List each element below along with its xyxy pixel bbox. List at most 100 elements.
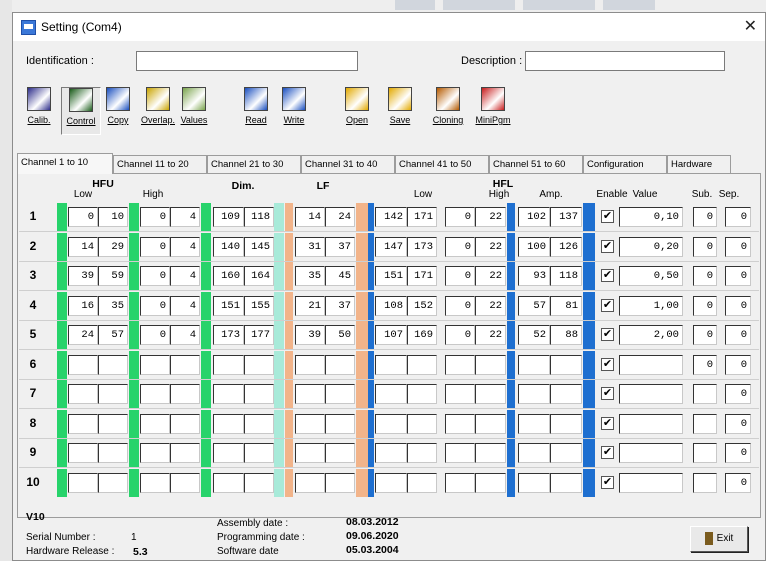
hfl-high-min-input[interactable]: 0 <box>445 237 475 257</box>
lf-max-input[interactable]: 37 <box>325 237 355 257</box>
hfl-high-min-input[interactable]: 0 <box>445 325 475 345</box>
sub-input[interactable]: 0 <box>693 237 717 257</box>
hfl-high-min-input[interactable] <box>445 414 475 434</box>
amp-max-input[interactable]: 81 <box>550 296 582 316</box>
hfl-high-max-input[interactable]: 22 <box>475 207 506 227</box>
hfl-high-max-input[interactable] <box>475 473 506 493</box>
toolbar-button-control[interactable]: Control <box>61 87 101 135</box>
sub-input[interactable] <box>693 473 717 493</box>
tab-channel-21-to-30[interactable]: Channel 21 to 30 <box>207 155 301 173</box>
lf-max-input[interactable]: 37 <box>325 296 355 316</box>
value-input[interactable]: 0,50 <box>619 266 683 286</box>
hfu-high-max-input[interactable] <box>170 384 200 404</box>
lf-max-input[interactable] <box>325 443 355 463</box>
toolbar-button-open[interactable]: Open <box>340 87 374 135</box>
toolbar-button-copy[interactable]: Copy <box>105 87 131 135</box>
toolbar-button-cloning[interactable]: Cloning <box>429 87 467 135</box>
lf-min-input[interactable]: 14 <box>295 207 325 227</box>
dim-min-input[interactable] <box>213 473 244 493</box>
amp-min-input[interactable] <box>518 384 550 404</box>
value-input[interactable]: 0,20 <box>619 237 683 257</box>
hfu-high-min-input[interactable]: 0 <box>140 325 170 345</box>
enable-checkbox[interactable]: ✔ <box>601 476 614 489</box>
lf-min-input[interactable]: 21 <box>295 296 325 316</box>
lf-min-input[interactable] <box>295 384 325 404</box>
amp-min-input[interactable] <box>518 355 550 375</box>
lf-max-input[interactable] <box>325 384 355 404</box>
value-input[interactable]: 0,10 <box>619 207 683 227</box>
sub-input[interactable]: 0 <box>693 355 717 375</box>
hfl-low-max-input[interactable]: 173 <box>407 237 437 257</box>
dim-min-input[interactable]: 109 <box>213 207 244 227</box>
hfl-low-max-input[interactable]: 171 <box>407 207 437 227</box>
enable-checkbox[interactable]: ✔ <box>601 417 614 430</box>
hfl-high-max-input[interactable] <box>475 355 506 375</box>
hfu-low-min-input[interactable]: 14 <box>68 237 98 257</box>
enable-checkbox[interactable]: ✔ <box>601 328 614 341</box>
dim-min-input[interactable] <box>213 414 244 434</box>
amp-min-input[interactable]: 100 <box>518 237 550 257</box>
hfl-high-max-input[interactable] <box>475 443 506 463</box>
hfu-high-max-input[interactable]: 4 <box>170 207 200 227</box>
hfu-low-max-input[interactable] <box>98 473 128 493</box>
hfu-high-min-input[interactable]: 0 <box>140 237 170 257</box>
sep-input[interactable]: 0 <box>725 325 751 345</box>
amp-min-input[interactable] <box>518 414 550 434</box>
hfl-high-max-input[interactable]: 22 <box>475 266 506 286</box>
toolbar-button-calib[interactable]: Calib. <box>27 87 51 135</box>
hfu-low-max-input[interactable]: 29 <box>98 237 128 257</box>
lf-min-input[interactable] <box>295 414 325 434</box>
hfu-low-max-input[interactable]: 10 <box>98 207 128 227</box>
hfu-high-max-input[interactable] <box>170 443 200 463</box>
hfl-high-min-input[interactable] <box>445 473 475 493</box>
hfu-low-max-input[interactable] <box>98 355 128 375</box>
dim-min-input[interactable]: 173 <box>213 325 244 345</box>
toolbar-button-minipgm[interactable]: MiniPgm <box>475 87 511 135</box>
hfu-low-min-input[interactable]: 39 <box>68 266 98 286</box>
hfu-high-min-input[interactable]: 0 <box>140 296 170 316</box>
hfu-low-min-input[interactable]: 24 <box>68 325 98 345</box>
hfu-high-max-input[interactable] <box>170 414 200 434</box>
hfl-low-min-input[interactable] <box>375 355 407 375</box>
amp-min-input[interactable] <box>518 473 550 493</box>
dim-min-input[interactable]: 160 <box>213 266 244 286</box>
sep-input[interactable]: 0 <box>725 207 751 227</box>
identification-field[interactable] <box>136 51 358 71</box>
hfu-low-min-input[interactable] <box>68 355 98 375</box>
amp-min-input[interactable]: 102 <box>518 207 550 227</box>
hfu-low-min-input[interactable] <box>68 414 98 434</box>
amp-min-input[interactable]: 52 <box>518 325 550 345</box>
lf-max-input[interactable]: 50 <box>325 325 355 345</box>
tab-hardware[interactable]: Hardware <box>667 155 731 173</box>
hfl-low-max-input[interactable] <box>407 355 437 375</box>
toolbar-button-values[interactable]: Values <box>179 87 209 135</box>
hfu-high-max-input[interactable]: 4 <box>170 237 200 257</box>
hfl-low-max-input[interactable] <box>407 414 437 434</box>
hfu-low-max-input[interactable] <box>98 414 128 434</box>
hfu-high-min-input[interactable] <box>140 384 170 404</box>
hfu-low-max-input[interactable]: 59 <box>98 266 128 286</box>
amp-max-input[interactable] <box>550 473 582 493</box>
sep-input[interactable]: 0 <box>725 443 751 463</box>
hfu-high-max-input[interactable]: 4 <box>170 325 200 345</box>
toolbar-button-write[interactable]: Write <box>279 87 309 135</box>
dim-max-input[interactable] <box>244 355 274 375</box>
hfu-high-max-input[interactable] <box>170 473 200 493</box>
lf-min-input[interactable] <box>295 355 325 375</box>
sub-input[interactable]: 0 <box>693 325 717 345</box>
hfu-high-max-input[interactable]: 4 <box>170 266 200 286</box>
hfu-low-max-input[interactable]: 35 <box>98 296 128 316</box>
dim-max-input[interactable] <box>244 414 274 434</box>
hfl-low-min-input[interactable]: 147 <box>375 237 407 257</box>
hfu-high-min-input[interactable] <box>140 414 170 434</box>
hfu-high-min-input[interactable] <box>140 473 170 493</box>
sep-input[interactable]: 0 <box>725 384 751 404</box>
hfl-low-max-input[interactable] <box>407 384 437 404</box>
enable-checkbox[interactable]: ✔ <box>601 299 614 312</box>
value-input[interactable] <box>619 414 683 434</box>
lf-min-input[interactable]: 31 <box>295 237 325 257</box>
dim-max-input[interactable]: 164 <box>244 266 274 286</box>
hfl-low-min-input[interactable] <box>375 443 407 463</box>
hfu-high-max-input[interactable]: 4 <box>170 296 200 316</box>
hfu-low-min-input[interactable] <box>68 443 98 463</box>
